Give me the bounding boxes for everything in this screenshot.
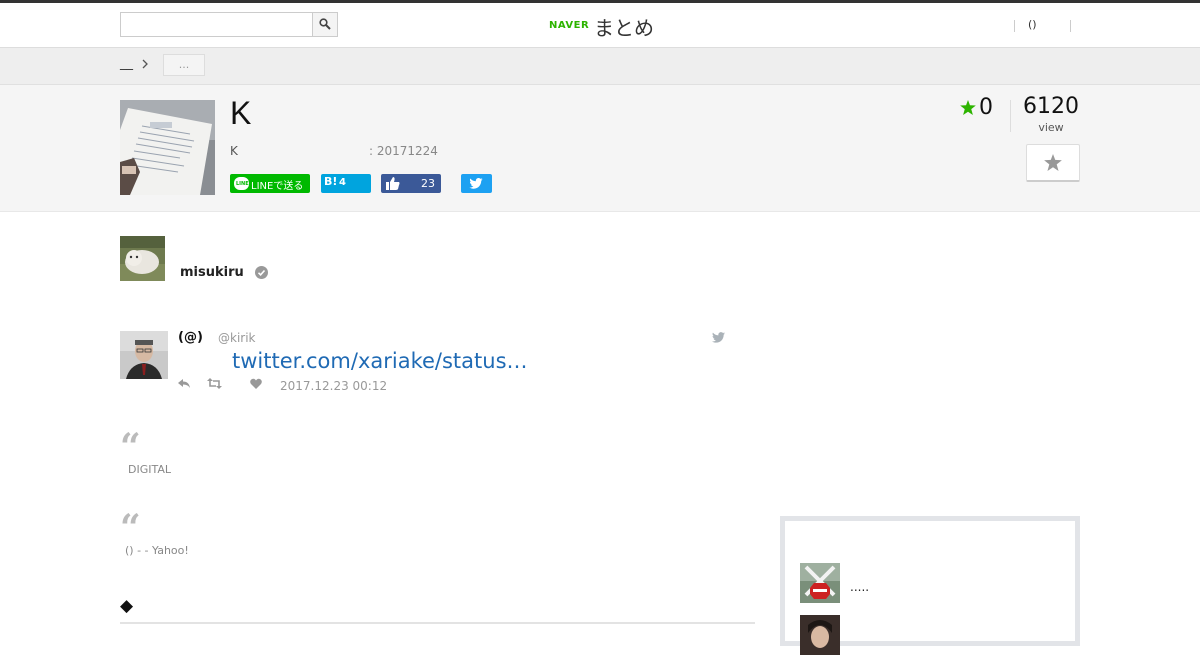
breadcrumb: __ ... [0, 48, 1200, 85]
reply-icon[interactable] [178, 378, 191, 389]
quote-source[interactable]: () - - Yahoo! [125, 544, 189, 557]
updated-date: : 20171224 [369, 144, 438, 158]
tweet-handle[interactable]: @kirik [218, 331, 256, 345]
hatena-icon: B! [324, 175, 338, 188]
line-icon: LINE [234, 177, 249, 190]
sidebar-item-thumbnail[interactable] [800, 563, 840, 603]
view-count-label: view [1038, 121, 1064, 134]
favorite-count-value: 0 [979, 95, 993, 120]
line-share-button[interactable]: LINE LINEで送る [230, 174, 310, 193]
logo-matome: まとめ [594, 16, 654, 40]
tweet-timestamp[interactable]: 2017.12.23 00:12 [280, 379, 387, 393]
quote-mark-icon: “ [120, 426, 141, 468]
twitter-share-button[interactable] [461, 174, 492, 193]
chevron-right-icon [142, 59, 148, 69]
quote-source[interactable]: DIGITAL [128, 463, 171, 476]
facebook-like-button[interactable]: 23 [381, 174, 441, 193]
matome-thumbnail [120, 100, 215, 195]
author-avatar[interactable] [120, 236, 165, 281]
add-favorite-button[interactable] [1026, 144, 1080, 182]
logo-naver: NAVER [549, 20, 590, 31]
search-box [120, 12, 338, 37]
breadcrumb-home[interactable]: __ [120, 56, 133, 71]
sidebar-related-box: ..... [780, 516, 1080, 655]
sidebar-item-title[interactable]: ..... [850, 580, 869, 594]
search-icon [319, 18, 331, 30]
matome-title: K [230, 95, 252, 131]
breadcrumb-tag[interactable]: ... [163, 54, 205, 76]
like-icon[interactable] [250, 378, 262, 389]
hatena-count: 4 [339, 177, 346, 188]
hatena-bookmark-button[interactable]: B! 4 [321, 174, 371, 193]
search-button[interactable] [312, 13, 337, 36]
sidebar-item-thumbnail[interactable] [800, 615, 840, 655]
verified-icon [255, 266, 268, 279]
star-icon [1044, 154, 1062, 171]
retweet-icon[interactable] [207, 378, 222, 389]
section-heading: ◆ [120, 596, 134, 616]
facebook-like-count: 23 [421, 177, 435, 190]
matome-title-area: K K : 20171224 LINE LINEで送る B! 4 23 0 61… [0, 85, 1200, 212]
stats-divider [1010, 100, 1011, 132]
star-icon [960, 100, 976, 115]
header-divider [1070, 20, 1071, 32]
matome-description: K [230, 144, 238, 158]
header-divider [1014, 20, 1015, 32]
line-share-label: LINEで送る [251, 181, 304, 192]
search-input[interactable] [121, 13, 315, 36]
site-header: NAVER まとめ () [0, 3, 1200, 48]
author-name[interactable]: misukiru [180, 265, 244, 280]
twitter-bird-icon [469, 178, 483, 189]
section-heading-underline [120, 622, 755, 624]
user-menu-link[interactable]: () [1028, 18, 1037, 31]
view-count: 6120 [1023, 94, 1079, 119]
tweet-avatar[interactable] [120, 331, 168, 379]
quote-mark-icon: “ [120, 507, 141, 549]
thumbs-up-icon [386, 177, 400, 190]
tweet-display-name[interactable]: (@) [178, 330, 203, 345]
twitter-bird-icon[interactable] [712, 332, 725, 343]
tweet-link[interactable]: twitter.com/xariake/status… [232, 349, 528, 373]
favorite-count: 0 [960, 95, 1000, 123]
